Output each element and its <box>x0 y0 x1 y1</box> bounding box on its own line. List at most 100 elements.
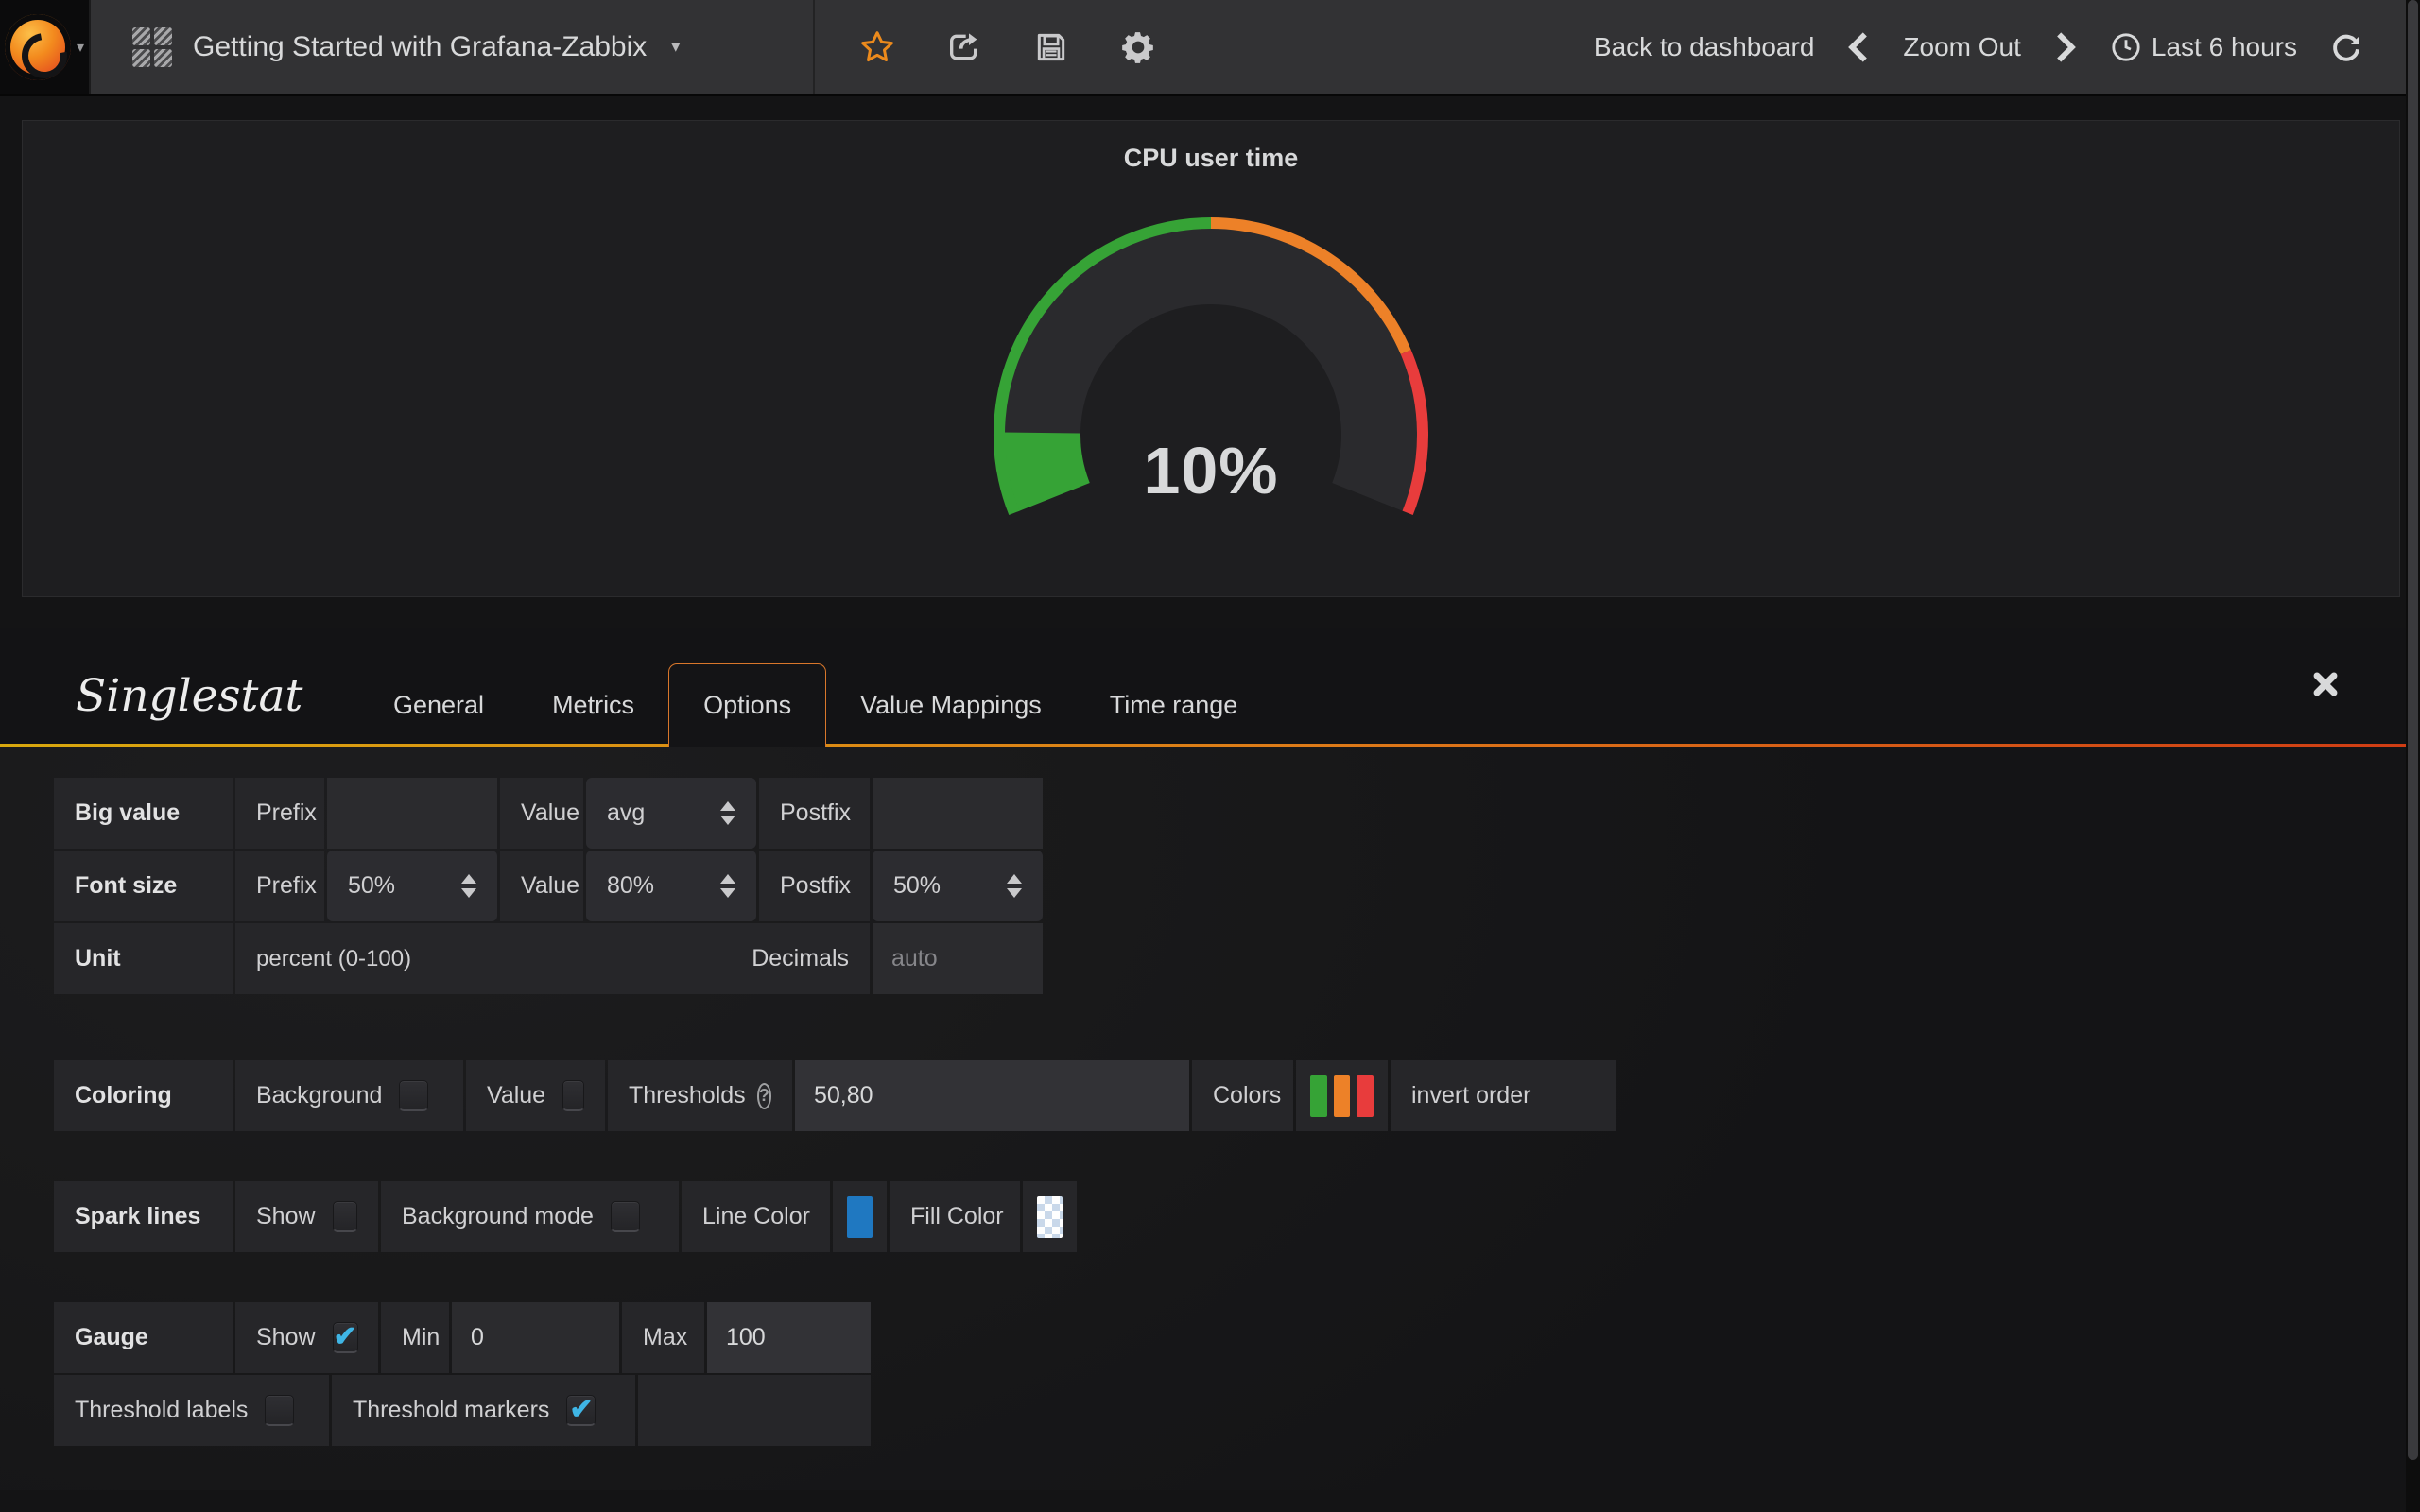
star-icon <box>858 28 896 66</box>
tab-time-range[interactable]: Time range <box>1076 663 1272 747</box>
top-navbar: ▾ Getting Started with Grafana-Zabbix ▾ <box>0 0 2420 96</box>
gauge-label: Gauge <box>54 1302 233 1373</box>
time-shift-left-button[interactable] <box>1846 31 1871 63</box>
star-button[interactable] <box>856 26 898 68</box>
font-size-label: Font size <box>54 850 233 921</box>
clock-icon <box>2110 31 2142 63</box>
threshold-markers-checkbox[interactable]: ✔ <box>566 1395 596 1426</box>
panel-title: CPU user time <box>23 121 2399 178</box>
big-value-prefix-input-cell <box>327 778 497 849</box>
chevron-left-icon <box>1846 31 1871 63</box>
close-icon <box>2311 670 2340 698</box>
coloring-value-cell: Value <box>466 1060 605 1131</box>
decimals-input[interactable] <box>873 923 1043 994</box>
singlestat-panel[interactable]: CPU user time 10% <box>22 120 2400 597</box>
threshold-color-swatch-red[interactable] <box>1357 1075 1374 1117</box>
colors-label: Colors <box>1192 1060 1293 1131</box>
fill-color-label: Fill Color <box>890 1181 1020 1252</box>
spark-background-mode-checkbox[interactable] <box>611 1201 640 1232</box>
tab-metrics[interactable]: Metrics <box>518 663 668 747</box>
tab-value-mappings[interactable]: Value Mappings <box>826 663 1076 747</box>
threshold-markers-label: Threshold markers <box>353 1397 549 1424</box>
gauge: 10% <box>975 206 1447 527</box>
fill-color-swatch[interactable] <box>1037 1196 1063 1238</box>
dashboard-title: Getting Started with Grafana-Zabbix <box>193 31 647 63</box>
coloring-background-cell: Background <box>235 1060 463 1131</box>
zoom-out-button[interactable]: Zoom Out <box>1903 32 2020 62</box>
fill-color-swatch-cell <box>1023 1181 1077 1252</box>
coloring-value-checkbox[interactable] <box>562 1080 584 1111</box>
tab-options[interactable]: Options <box>668 663 826 747</box>
big-value-prefix-label: Prefix <box>235 778 324 849</box>
big-value-row: Big value Prefix Value avg Postfix <box>54 778 2420 849</box>
coloring-background-label: Background <box>256 1082 382 1109</box>
threshold-labels-checkbox[interactable] <box>265 1395 294 1426</box>
vertical-scrollbar[interactable] <box>2406 0 2420 1512</box>
big-value-prefix-input[interactable] <box>327 778 497 849</box>
dashboard-area: CPU user time 10% <box>0 96 2420 597</box>
big-value-postfix-label: Postfix <box>759 778 870 849</box>
select-arrows-icon <box>720 801 735 825</box>
coloring-background-checkbox[interactable] <box>399 1080 428 1111</box>
spark-show-cell: Show <box>235 1181 378 1252</box>
refresh-icon <box>2329 30 2363 64</box>
editor-header: Singlestat General Metrics Options Value… <box>0 628 2420 747</box>
gauge-max-input[interactable] <box>707 1302 871 1373</box>
gear-icon <box>1119 28 1157 66</box>
dashboard-grid-icon <box>132 27 172 67</box>
help-icon[interactable]: ? <box>757 1083 771 1109</box>
big-value-value-select[interactable]: avg <box>586 778 756 849</box>
font-size-postfix-select[interactable]: 50% <box>873 850 1043 921</box>
unit-value-link[interactable]: percent (0-100) <box>256 946 411 972</box>
invert-order-link[interactable]: invert order <box>1411 1082 1530 1109</box>
grafana-logo-icon <box>5 14 71 80</box>
thresholds-input[interactable] <box>795 1060 1189 1131</box>
tab-general[interactable]: General <box>359 663 518 747</box>
coloring-value-label: Value <box>487 1082 545 1109</box>
threshold-color-swatch-orange[interactable] <box>1334 1075 1351 1117</box>
unit-row: Unit percent (0-100) Decimals <box>54 923 2420 994</box>
gauge-max-label: Max <box>622 1302 704 1373</box>
spark-background-mode-label: Background mode <box>402 1203 594 1230</box>
scrollbar-thumb[interactable] <box>2408 0 2418 1460</box>
gauge-show-cell: Show ✔ <box>235 1302 378 1373</box>
coloring-label: Coloring <box>54 1060 233 1131</box>
time-shift-right-button[interactable] <box>2053 31 2078 63</box>
big-value-value-selected: avg <box>607 799 645 827</box>
refresh-button[interactable] <box>2329 30 2363 64</box>
settings-button[interactable] <box>1117 26 1159 68</box>
thresholds-cell: Thresholds ? <box>608 1060 792 1131</box>
decimals-label: Decimals <box>752 945 849 972</box>
line-color-label: Line Color <box>682 1181 830 1252</box>
save-button[interactable] <box>1030 26 1072 68</box>
big-value-postfix-input-cell <box>873 778 1043 849</box>
invert-order-cell: invert order <box>1391 1060 1616 1131</box>
title-caret-icon: ▾ <box>671 37 680 57</box>
gauge-min-input[interactable] <box>452 1302 619 1373</box>
font-size-prefix-select[interactable]: 50% <box>327 850 497 921</box>
gauge-show-checkbox[interactable]: ✔ <box>333 1322 358 1353</box>
spark-show-checkbox[interactable] <box>333 1201 357 1232</box>
share-button[interactable] <box>943 26 985 68</box>
threshold-color-swatch-green[interactable] <box>1310 1075 1327 1117</box>
editor-tab-underline <box>0 744 2420 747</box>
grafana-logo-button[interactable]: ▾ <box>0 0 91 94</box>
back-to-dashboard-button[interactable]: Back to dashboard <box>1594 32 1815 62</box>
spark-background-mode-cell: Background mode <box>381 1181 679 1252</box>
spark-lines-label: Spark lines <box>54 1181 233 1252</box>
time-picker-button[interactable]: Last 6 hours <box>2110 31 2297 63</box>
line-color-swatch[interactable] <box>847 1196 873 1238</box>
panel-editor: Singlestat General Metrics Options Value… <box>0 628 2420 1490</box>
big-value-postfix-input[interactable] <box>873 778 1043 849</box>
editor-tabs: General Metrics Options Value Mappings T… <box>359 628 1271 747</box>
options-form: Big value Prefix Value avg Postfix Font … <box>0 747 2420 1490</box>
threshold-options-row: Threshold labels Threshold markers ✔ <box>54 1375 2420 1446</box>
save-icon <box>1033 29 1069 65</box>
font-size-value-select[interactable]: 80% <box>586 850 756 921</box>
dashboard-title-dropdown[interactable]: Getting Started with Grafana-Zabbix ▾ <box>91 0 815 94</box>
font-size-row: Font size Prefix 50% Value 80% Postfix 5… <box>54 850 2420 921</box>
big-value-label: Big value <box>54 778 233 849</box>
editor-close-button[interactable] <box>2311 670 2340 698</box>
gauge-row: Gauge Show ✔ Min Max <box>54 1302 2420 1373</box>
logo-caret-icon: ▾ <box>77 38 84 57</box>
